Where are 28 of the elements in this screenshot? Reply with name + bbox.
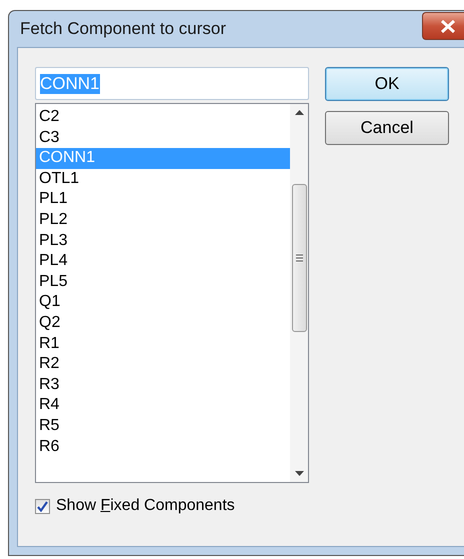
list-item[interactable]: PL3	[36, 230, 290, 252]
list-item[interactable]: PL5	[36, 272, 290, 292]
list-item[interactable]: R5	[36, 416, 290, 436]
list-item[interactable]: Q2	[36, 312, 290, 334]
list-item[interactable]: R4	[36, 395, 290, 416]
scroll-down-icon[interactable]	[294, 471, 304, 476]
list-item[interactable]: R1	[36, 334, 290, 354]
list-item[interactable]: R2	[36, 354, 290, 375]
list-item[interactable]: PL4	[36, 251, 290, 272]
list-item[interactable]: Q1	[36, 292, 290, 313]
list-item[interactable]: R6	[36, 436, 290, 458]
list-item[interactable]: PL2	[36, 210, 290, 231]
dialog-button[interactable]: Cancel	[325, 111, 449, 145]
window-title: Fetch Component to cursor	[19, 19, 226, 39]
grip-icon	[296, 254, 302, 262]
scrollbar[interactable]	[290, 104, 308, 482]
checkbox-label[interactable]: Show Fixed Components	[56, 497, 235, 515]
list-item[interactable]: C3	[36, 128, 290, 148]
close-icon	[440, 20, 456, 32]
checkbox[interactable]	[35, 498, 50, 514]
scroll-up-icon[interactable]	[294, 110, 304, 115]
list-item[interactable]: PL1	[36, 189, 290, 210]
list-item[interactable]: R3	[36, 374, 290, 396]
dialog-button[interactable]: OK	[325, 67, 449, 101]
scroll-thumb[interactable]	[292, 184, 306, 332]
list-item[interactable]: C2	[36, 107, 290, 128]
list-item[interactable]: OTL1	[36, 168, 290, 190]
close-button[interactable]	[422, 12, 464, 40]
